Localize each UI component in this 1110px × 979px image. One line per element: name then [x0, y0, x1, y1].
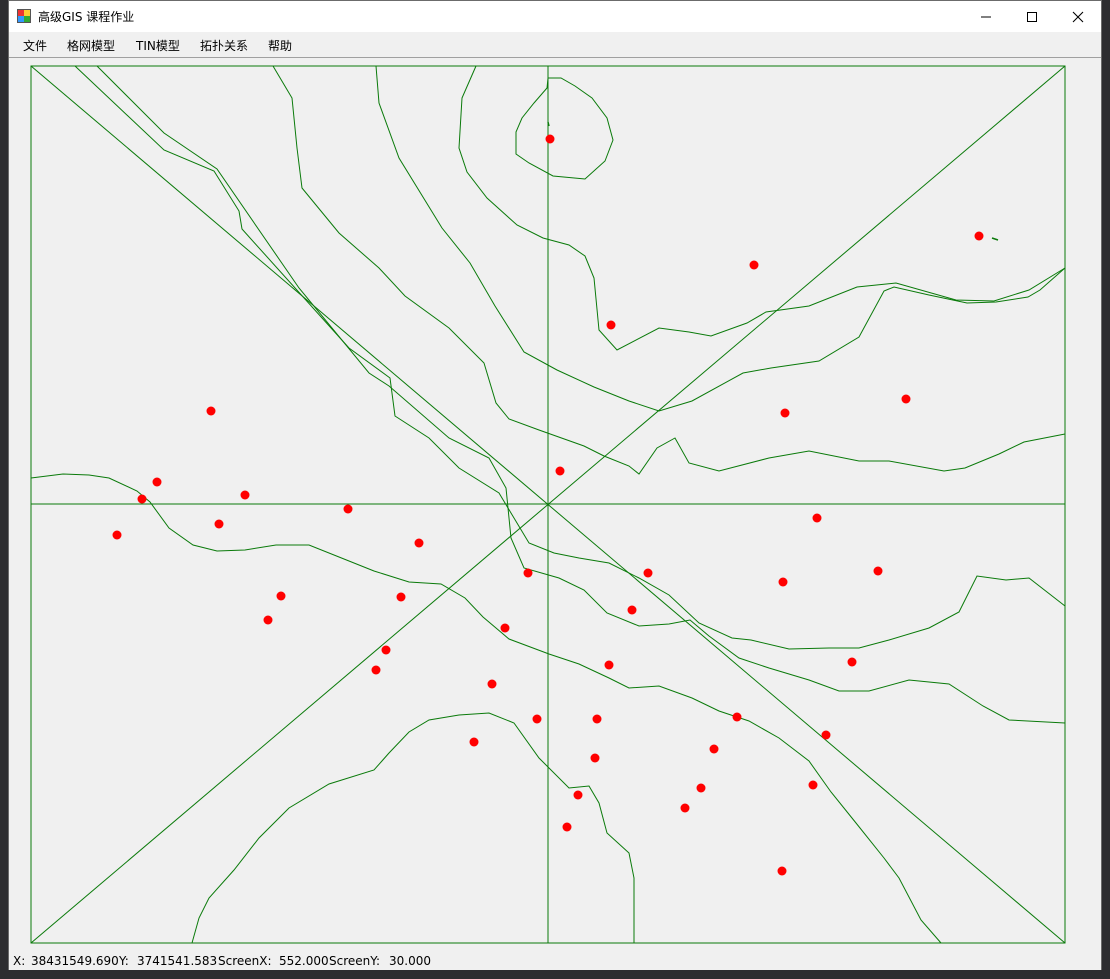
- sample-point[interactable]: [780, 408, 790, 418]
- sample-point[interactable]: [606, 320, 616, 330]
- sample-point[interactable]: [901, 394, 911, 404]
- sample-point[interactable]: [873, 566, 883, 576]
- contour-line: [458, 65, 1066, 351]
- sample-point[interactable]: [545, 134, 555, 144]
- contour-tick: [991, 237, 999, 241]
- sample-point[interactable]: [696, 783, 706, 793]
- contour-line: [515, 77, 614, 180]
- sample-point[interactable]: [396, 592, 406, 602]
- maximize-button[interactable]: [1009, 1, 1055, 32]
- sample-point[interactable]: [732, 712, 742, 722]
- menu-bar: 文件 格网模型 TIN模型 拓扑关系 帮助: [9, 32, 1101, 56]
- sample-point[interactable]: [343, 504, 353, 514]
- app-icon: [17, 9, 31, 23]
- contour-line: [272, 65, 1066, 475]
- sample-point[interactable]: [974, 231, 984, 241]
- status-x-value: 38431549.690: [31, 954, 119, 968]
- sample-point[interactable]: [821, 730, 831, 740]
- contour-line: [375, 65, 1066, 412]
- sample-point[interactable]: [749, 260, 759, 270]
- sample-point[interactable]: [627, 605, 637, 615]
- sample-point[interactable]: [371, 665, 381, 675]
- minimize-button[interactable]: [963, 1, 1009, 32]
- contour-line: [74, 65, 1066, 650]
- contour-tick: [547, 121, 550, 127]
- status-screeny-label: ScreenY:: [329, 954, 381, 968]
- menu-topology[interactable]: 拓扑关系: [200, 37, 248, 54]
- sample-point[interactable]: [709, 744, 719, 754]
- sample-point[interactable]: [263, 615, 273, 625]
- sample-point[interactable]: [523, 568, 533, 578]
- sample-point[interactable]: [487, 679, 497, 689]
- status-y-value: 3741541.583: [137, 954, 218, 968]
- status-screenx-value: 552.000: [279, 954, 329, 968]
- sample-point[interactable]: [643, 568, 653, 578]
- sample-point[interactable]: [500, 623, 510, 633]
- sample-point[interactable]: [778, 577, 788, 587]
- title-bar[interactable]: 高级GIS 课程作业: [9, 1, 1101, 32]
- sample-point[interactable]: [680, 803, 690, 813]
- menu-grid-model[interactable]: 格网模型: [67, 37, 115, 54]
- status-y-label: Y:: [119, 954, 129, 968]
- status-bar: X: 38431549.690 Y: 3741541.583 ScreenX: …: [9, 951, 1101, 970]
- sample-point[interactable]: [555, 466, 565, 476]
- minimize-icon: [981, 16, 991, 17]
- map-drawing[interactable]: [9, 58, 1101, 950]
- sample-point[interactable]: [777, 866, 787, 876]
- sample-point[interactable]: [206, 406, 216, 416]
- sample-point[interactable]: [276, 591, 286, 601]
- app-window: 高级GIS 课程作业 文件 格网模型 TIN模型 拓扑关系 帮助 X: 3843…: [8, 0, 1102, 970]
- maximize-icon: [1027, 11, 1037, 22]
- menu-help[interactable]: 帮助: [268, 37, 292, 54]
- map-canvas[interactable]: [9, 57, 1101, 950]
- sample-point[interactable]: [152, 477, 162, 487]
- sample-point[interactable]: [137, 494, 147, 504]
- sample-point[interactable]: [590, 753, 600, 763]
- sample-point[interactable]: [562, 822, 572, 832]
- contour-line: [30, 473, 942, 944]
- sample-point[interactable]: [469, 737, 479, 747]
- sample-point[interactable]: [532, 714, 542, 724]
- sample-point[interactable]: [808, 780, 818, 790]
- menu-tin-model[interactable]: TIN模型: [136, 37, 180, 54]
- sample-point[interactable]: [414, 538, 424, 548]
- contour-line: [96, 65, 1066, 724]
- close-icon: [1072, 11, 1084, 22]
- background-left: [0, 0, 8, 979]
- sample-point[interactable]: [112, 530, 122, 540]
- sample-point[interactable]: [214, 519, 224, 529]
- background-right: [1102, 0, 1110, 979]
- close-button[interactable]: [1055, 1, 1101, 32]
- menu-file[interactable]: 文件: [23, 37, 47, 54]
- sample-point[interactable]: [381, 645, 391, 655]
- sample-point[interactable]: [812, 513, 822, 523]
- sample-point[interactable]: [592, 714, 602, 724]
- status-screeny-value: 30.000: [389, 954, 431, 968]
- sample-point[interactable]: [604, 660, 614, 670]
- sample-point[interactable]: [240, 490, 250, 500]
- window-title: 高级GIS 课程作业: [38, 10, 135, 24]
- status-screenx-label: ScreenX:: [218, 954, 272, 968]
- status-x-label: X:: [13, 954, 26, 968]
- sample-point[interactable]: [573, 790, 583, 800]
- sample-point[interactable]: [847, 657, 857, 667]
